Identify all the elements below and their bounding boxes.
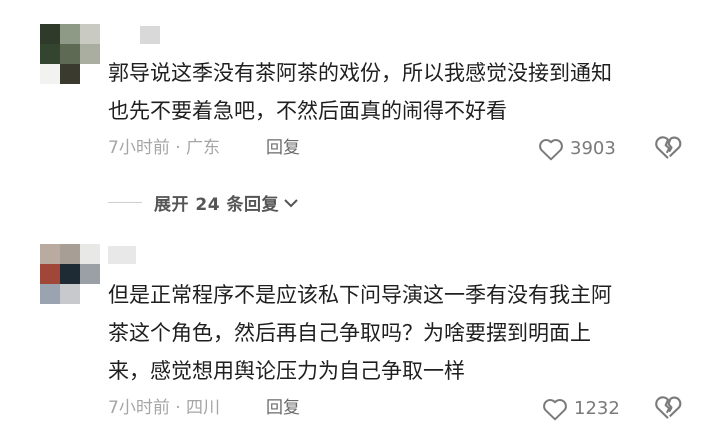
divider-line xyxy=(108,202,142,203)
broken-heart-icon xyxy=(655,396,682,419)
like-button[interactable]: 1232 xyxy=(542,397,620,421)
reply-button[interactable]: 回复 xyxy=(266,137,300,159)
broken-heart-icon xyxy=(655,136,682,159)
like-count: 3903 xyxy=(570,138,616,159)
comment-meta: 7小时前 · 四川 xyxy=(108,398,221,418)
avatar[interactable] xyxy=(40,244,100,304)
comment-line: 郭导说这季没有茶阿茶的戏份，所以我感觉没接到通知 xyxy=(108,61,612,85)
comment-meta: 7小时前 · 广东 xyxy=(108,138,221,158)
dislike-button[interactable] xyxy=(654,394,682,420)
like-count: 1232 xyxy=(574,398,620,419)
username-blurred[interactable] xyxy=(108,246,136,264)
heart-icon xyxy=(543,399,567,421)
expand-replies-label: 展开 24 条回复 xyxy=(154,195,279,215)
comment-line: 也先不要着急吧，不然后面真的闹得不好看 xyxy=(108,99,507,123)
reply-button[interactable]: 回复 xyxy=(266,397,300,419)
heart-icon xyxy=(539,139,563,161)
comment-line: 但是正常程序不是应该私下问导演这一季有没有我主阿 xyxy=(108,283,612,307)
like-button[interactable]: 3903 xyxy=(538,137,616,161)
avatar[interactable] xyxy=(40,24,100,84)
comment-text: 郭导说这季没有茶阿茶的戏份，所以我感觉没接到通知 也先不要着急吧，不然后面真的闹… xyxy=(108,54,612,130)
chevron-down-icon xyxy=(284,198,298,207)
comment-text: 但是正常程序不是应该私下问导演这一季有没有我主阿 茶这个角色，然后再自己争取吗？… xyxy=(108,276,612,390)
comment-line: 来，感觉想用舆论压力为自己争取一样 xyxy=(108,359,465,383)
dislike-button[interactable] xyxy=(654,134,682,160)
username-blurred[interactable] xyxy=(140,26,160,44)
expand-replies-button[interactable]: 展开 24 条回复 xyxy=(108,190,299,215)
comment-line: 茶这个角色，然后再自己争取吗？为啥要摆到明面上 xyxy=(108,321,591,345)
